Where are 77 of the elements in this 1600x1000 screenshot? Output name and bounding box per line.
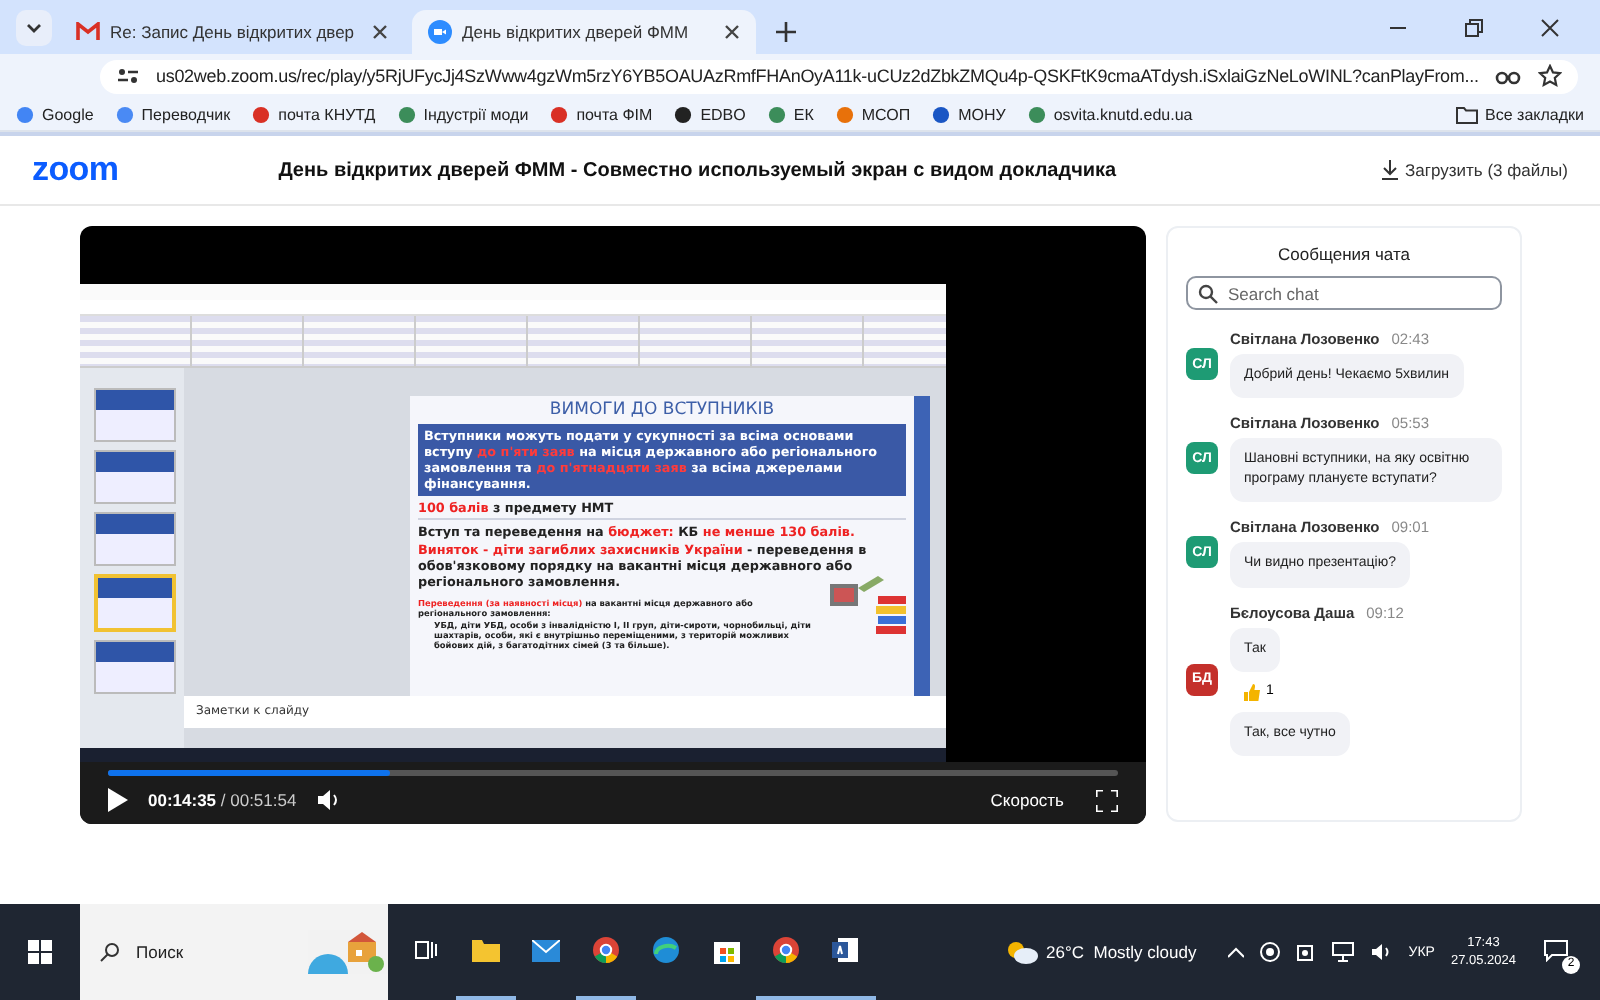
camera-icon[interactable] [1296,942,1317,962]
bookmark[interactable]: Переводчик [115,105,231,123]
speed-button[interactable]: Скорость [990,790,1064,810]
play-icon[interactable] [108,788,128,812]
slide-thumbnail[interactable] [94,450,176,504]
slide-thumbnail[interactable] [94,512,176,566]
site-settings-icon[interactable] [116,64,140,88]
site-icon [767,105,786,123]
site-icon [1027,105,1046,123]
bookmark[interactable]: osvita.knutd.edu.ua [1027,105,1193,123]
bookmark[interactable]: Google [16,105,94,123]
chat-title: Сообщения чата [1276,244,1412,264]
bookmark[interactable]: ЕК [767,105,814,123]
store-icon [713,937,739,963]
slide-thumbnail[interactable] [94,640,176,694]
progress-track[interactable] [108,770,1118,776]
site-icon [550,105,569,123]
slide-title: ВИМОГИ ДО ВСТУПНИКІВ [547,400,777,420]
windows-start-icon[interactable] [28,940,52,964]
browser-tab[interactable]: Re: Запис День відкритих двер [60,10,404,54]
bookmark[interactable]: МОНУ [932,105,1006,123]
close-icon[interactable] [1540,18,1560,38]
search-field[interactable]: Search chat [1186,276,1502,310]
bookmark[interactable]: почта ФІМ [550,105,653,123]
site-icon [397,105,416,123]
bookmark[interactable]: Індустрії моди [397,105,529,123]
site-icon [115,105,134,123]
close-icon[interactable] [372,24,388,40]
video-player[interactable] [80,226,1146,824]
download-icon [1381,160,1398,180]
folder-icon [472,938,500,962]
network-icon[interactable] [1332,942,1355,962]
site-icon [932,105,951,123]
site-icon [835,105,854,123]
search-icon [100,942,120,962]
weather-icon [1006,940,1039,964]
mail-icon [532,939,560,961]
mail-icon [76,22,100,42]
restore-icon[interactable] [1464,18,1484,38]
slide-thumbnail[interactable] [94,574,176,632]
all-bookmarks[interactable]: Все закладки [1455,105,1584,123]
search-icon [1198,283,1218,303]
browser-icon [652,936,680,964]
site-icon [16,105,34,123]
task-view-icon [414,938,438,962]
site-icon [674,105,693,123]
volume-icon[interactable] [1370,942,1393,962]
address-bar[interactable]: us02web.zoom.us/rec/play/y5RjUFycJj4SzWww4gzWm5rzY6YB5OAUAzRmfFHAnOyA11k-uCUz2dZbkZMQu4p-QSKFtK9cmaATdysh.iSxlaiGzNeLoWINL?canPlayFrom... [100,59,1579,93]
tab-search-icon[interactable] [16,10,52,46]
folder-icon [1455,105,1478,123]
bookmark[interactable]: почта КНУТД [252,105,376,123]
thumbs-up-icon[interactable] [1242,681,1262,702]
document-icon [832,936,860,964]
glasses-icon[interactable] [1494,66,1523,86]
recording-title: День відкритих дверей ФММ - Совместно используемый экран с видом докладчика [278,159,1117,181]
taskbar-search[interactable]: Поиск [80,904,388,1000]
weather-text[interactable]: 26°C Mostly cloudy [1046,942,1197,962]
slide-thumbnail[interactable] [94,388,176,442]
volume-icon[interactable] [316,788,341,812]
close-icon[interactable] [724,24,740,40]
site-icon [252,105,271,123]
fullscreen-icon[interactable] [1096,789,1118,811]
record-icon[interactable] [1260,942,1281,962]
new-tab-icon[interactable] [776,22,796,42]
bookmark[interactable]: МСОП [835,105,911,123]
books-drawing [830,572,910,640]
browser-icon [772,936,800,964]
star-icon[interactable] [1538,64,1563,88]
browser-icon [592,936,620,964]
zoom-logo[interactable]: zoom [32,150,119,190]
chat-icon [1544,939,1568,961]
playback-time: 00:14:35 / 00:51:54 [148,790,297,810]
bookmark[interactable]: EDBO [674,105,746,123]
camera-icon [428,20,452,44]
browser-tab[interactable]: День відкритих дверей ФММ [412,10,756,54]
download-button[interactable]: Загрузить (3 файлы) [1381,160,1568,180]
chevron-up-icon[interactable] [1228,946,1245,958]
